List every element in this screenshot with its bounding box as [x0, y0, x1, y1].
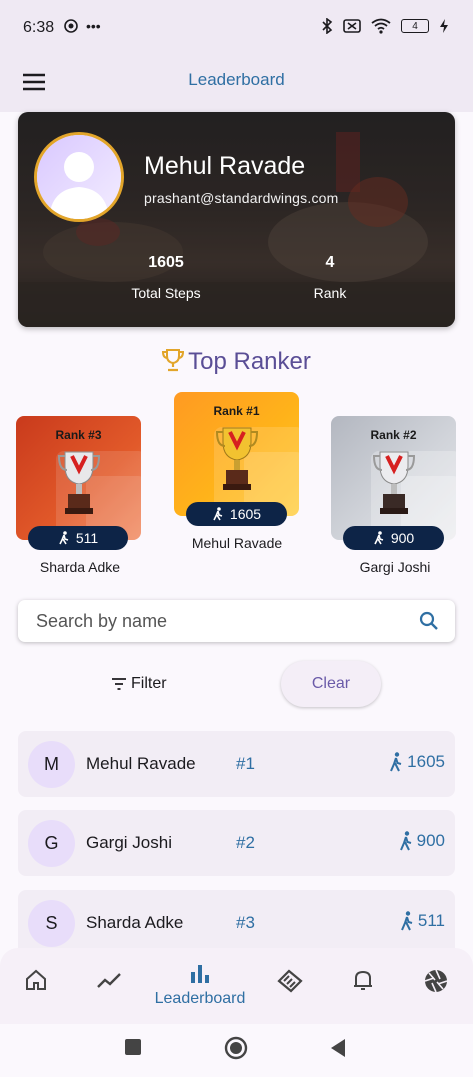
walking-icon: [390, 752, 402, 772]
rank-3-label: Rank #3: [55, 428, 102, 442]
list-item-rank: #1: [236, 754, 255, 773]
nav-leaderboard-label: Leaderboard: [154, 990, 246, 1007]
profile-name: Mehul Ravade: [144, 152, 306, 180]
recents-square-icon[interactable]: [124, 1038, 142, 1056]
status-system-icons: 4: [321, 18, 449, 34]
avatar: G: [28, 820, 75, 867]
person-placeholder-icon: [37, 135, 121, 219]
walking-icon: [213, 507, 223, 521]
list-item[interactable]: M Mehul Ravade #1 1605: [18, 731, 455, 797]
podium-card-rank-2[interactable]: Rank #2: [331, 416, 456, 540]
list-item-name: Sharda Adke: [86, 913, 184, 932]
nav-trending[interactable]: [89, 968, 129, 992]
rank-1-name: Mehul Ravade: [191, 535, 283, 551]
wifi-icon: [371, 18, 391, 34]
nav-camera[interactable]: [416, 968, 456, 993]
system-navigation-bar: [0, 1024, 473, 1077]
list-item-steps: 1605: [389, 752, 445, 772]
total-steps-value: 1605: [148, 254, 184, 271]
charging-icon: [440, 19, 448, 33]
status-time: 6:38: [23, 19, 55, 36]
profile-card: Mehul Ravade prashant@standardwings.com …: [18, 112, 455, 327]
filter-list-icon: [112, 678, 126, 690]
rank-3-steps-pill: 511: [28, 526, 128, 550]
home-icon: [26, 969, 46, 990]
bell-icon: [354, 970, 372, 990]
status-notification-icons: •••: [64, 18, 101, 34]
battery-icon: 4: [401, 19, 429, 33]
rank-1-steps-pill: 1605: [186, 502, 287, 526]
trophy-cup-icon: [57, 451, 100, 514]
list-item-steps-value: 511: [417, 911, 445, 930]
rank-label: Rank: [313, 285, 347, 301]
nav-notifications[interactable]: [343, 968, 383, 992]
list-item-steps-value: 900: [416, 831, 445, 850]
rank-3-name: Sharda Adke: [39, 559, 121, 575]
rank-value: 4: [325, 254, 335, 271]
rank-3-steps: 511: [75, 530, 99, 546]
filter-button[interactable]: Filter: [111, 672, 167, 696]
filter-label: Filter: [131, 675, 167, 692]
nav-handshake[interactable]: [270, 968, 310, 993]
rank-stat: 4 Rank: [300, 254, 360, 301]
total-steps-label: Total Steps: [131, 285, 201, 301]
handshake-icon: [277, 969, 303, 993]
profile-email: prashant@standardwings.com: [144, 190, 339, 206]
list-item[interactable]: S Sharda Adke #3 511: [18, 890, 455, 956]
search-input[interactable]: [36, 600, 416, 642]
trophy-cup-icon: [215, 427, 258, 490]
profile-avatar: [34, 132, 124, 222]
rank-2-label: Rank #2: [370, 428, 417, 442]
list-item[interactable]: G Gargi Joshi #2 900: [18, 810, 455, 876]
podium-card-rank-1[interactable]: Rank #1: [174, 392, 299, 516]
podium-card-rank-3[interactable]: Rank #3: [16, 416, 141, 540]
bluetooth-icon: [322, 18, 333, 34]
status-bar: 6:38 ••• 4: [0, 0, 473, 56]
page-title: Leaderboard: [188, 70, 285, 89]
aperture-icon: [424, 969, 448, 993]
walking-icon: [399, 831, 411, 851]
more-notifications-icon: •••: [86, 18, 101, 34]
walking-icon: [59, 531, 69, 545]
total-steps-stat: 1605 Total Steps: [118, 254, 214, 301]
list-item-rank: #3: [236, 913, 255, 932]
sim-off-icon: [343, 19, 361, 33]
walking-icon: [374, 531, 384, 545]
rank-1-steps: 1605: [229, 506, 262, 522]
home-circle-icon[interactable]: [224, 1036, 248, 1060]
search-icon[interactable]: [419, 611, 439, 631]
app-bar: Leaderboard: [0, 56, 473, 112]
nav-home[interactable]: [16, 968, 56, 992]
bottom-navigation: Leaderboard: [0, 948, 473, 1024]
trending-icon: [97, 973, 121, 988]
list-item-steps-value: 1605: [407, 752, 445, 771]
trophy-cup-icon: [372, 451, 415, 514]
app-notification-icon: [64, 19, 78, 33]
top-ranker-heading: Top Ranker: [0, 348, 473, 376]
avatar: M: [28, 741, 75, 788]
leaderboard-icon: [191, 965, 209, 983]
rank-2-steps: 900: [390, 530, 415, 546]
walking-icon: [400, 911, 413, 931]
back-triangle-icon[interactable]: [329, 1038, 347, 1058]
trophy-icon: [162, 349, 185, 372]
nav-leaderboard[interactable]: [180, 962, 220, 986]
rank-2-name: Gargi Joshi: [359, 559, 431, 575]
rank-1-label: Rank #1: [213, 404, 260, 418]
list-item-steps: 511: [400, 911, 445, 931]
list-item-rank: #2: [236, 833, 255, 852]
top-ranker-title: Top Ranker: [188, 348, 311, 375]
list-item-name: Gargi Joshi: [86, 833, 172, 852]
rank-2-steps-pill: 900: [343, 526, 444, 550]
clear-button[interactable]: Clear: [281, 661, 381, 707]
search-box: [18, 600, 455, 642]
list-item-name: Mehul Ravade: [86, 754, 196, 773]
avatar: S: [28, 900, 75, 947]
list-item-steps: 900: [399, 831, 445, 851]
